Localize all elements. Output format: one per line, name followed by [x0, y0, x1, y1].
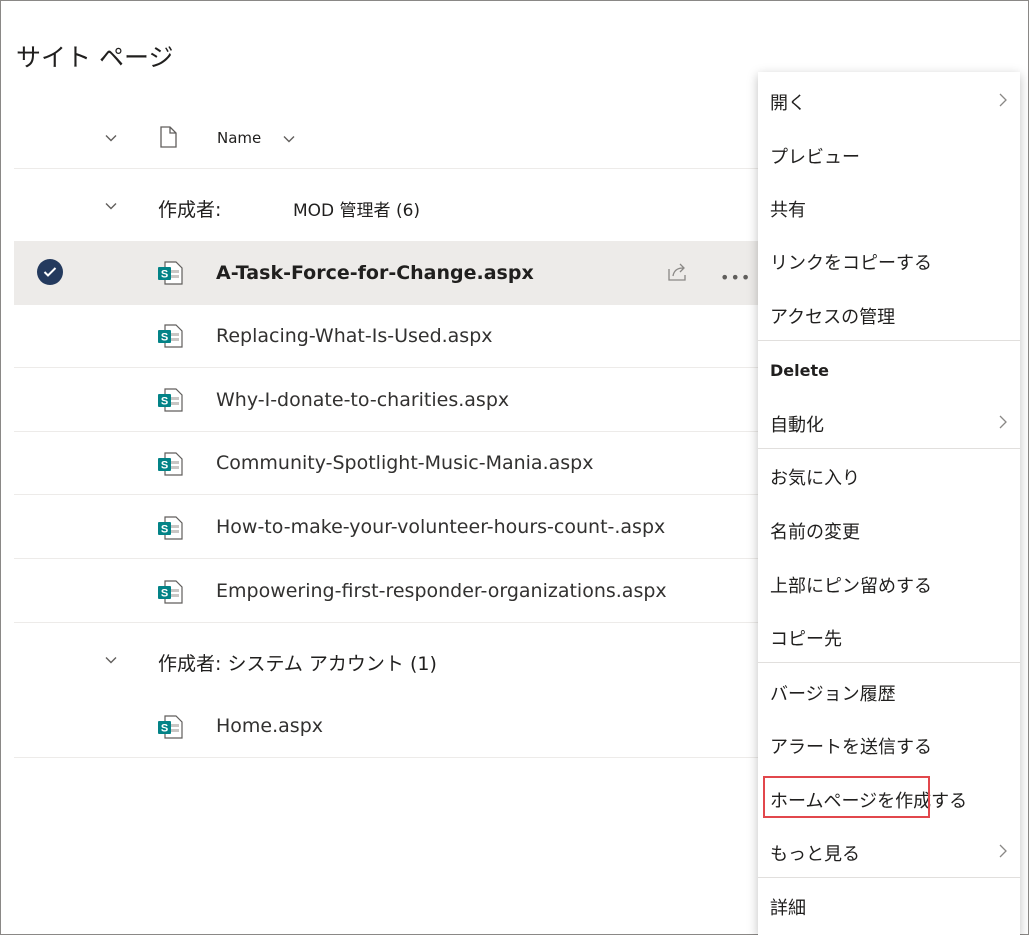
- menu-item-version-history[interactable]: バージョン履歴: [770, 680, 896, 706]
- menu-item-favorite[interactable]: お気に入り: [770, 464, 860, 490]
- file-name[interactable]: Why-I-donate-to-charities.aspx: [216, 389, 509, 411]
- chevron-right-icon: [998, 414, 1008, 433]
- menu-divider: [758, 340, 1020, 341]
- menu-item-pin-to-top[interactable]: 上部にピン留めする: [770, 572, 932, 598]
- menu-item-preview[interactable]: プレビュー: [770, 143, 860, 169]
- group-collapse-chevron-icon[interactable]: [104, 199, 118, 213]
- menu-item-rename[interactable]: 名前の変更: [770, 518, 860, 544]
- file-name[interactable]: Empowering-first-responder-organizations…: [216, 580, 667, 602]
- chevron-right-icon: [998, 92, 1008, 111]
- share-icon[interactable]: [666, 260, 690, 284]
- sharepoint-page-icon: S: [157, 579, 183, 605]
- sharepoint-page-icon: S: [157, 714, 183, 740]
- svg-text:S: S: [161, 588, 168, 600]
- menu-item-copy-to[interactable]: コピー先: [770, 625, 842, 651]
- svg-text:S: S: [161, 332, 168, 344]
- file-name[interactable]: A-Task-Force-for-Change.aspx: [216, 262, 534, 284]
- svg-text:S: S: [161, 460, 168, 472]
- menu-item-more[interactable]: もっと見る: [770, 840, 860, 866]
- svg-text:S: S: [161, 723, 168, 735]
- page-title: サイト ページ: [16, 43, 174, 72]
- sharepoint-page-icon: S: [157, 260, 183, 286]
- more-options-icon[interactable]: •••: [720, 268, 751, 287]
- sharepoint-page-icon: S: [157, 323, 183, 349]
- menu-item-automate[interactable]: 自動化: [770, 411, 824, 437]
- file-name[interactable]: How-to-make-your-volunteer-hours-count-.…: [216, 516, 665, 538]
- chevron-down-icon[interactable]: [282, 131, 296, 150]
- menu-item-manage-access[interactable]: アクセスの管理: [770, 303, 895, 329]
- collapse-all-chevron-icon[interactable]: [104, 131, 118, 145]
- group-header-value: MOD 管理者 (6): [293, 201, 421, 221]
- sharepoint-page-icon: S: [157, 515, 183, 541]
- row-selected-check-icon[interactable]: [37, 259, 63, 285]
- menu-divider: [758, 662, 1020, 663]
- sharepoint-page-icon: S: [157, 387, 183, 413]
- svg-text:S: S: [161, 269, 168, 281]
- file-name[interactable]: Community-Spotlight-Music-Mania.aspx: [216, 452, 593, 474]
- menu-item-delete[interactable]: Delete: [770, 361, 829, 380]
- menu-item-alert-me[interactable]: アラートを送信する: [770, 733, 932, 759]
- file-name[interactable]: Replacing-What-Is-Used.aspx: [216, 325, 493, 347]
- menu-item-share[interactable]: 共有: [770, 196, 806, 222]
- scroll-edge: [1020, 72, 1027, 932]
- file-type-icon: [158, 126, 178, 148]
- menu-item-details[interactable]: 詳細: [770, 894, 806, 920]
- svg-text:S: S: [161, 524, 168, 536]
- sharepoint-page-icon: S: [157, 451, 183, 477]
- svg-text:S: S: [161, 396, 168, 408]
- name-column-header[interactable]: Name: [217, 129, 261, 147]
- file-name[interactable]: Home.aspx: [216, 715, 323, 737]
- menu-divider: [758, 448, 1020, 449]
- group-header-label: 作成者:: [158, 199, 222, 221]
- group-header-label: 作成者: システム アカウント (1): [158, 653, 437, 675]
- menu-divider: [758, 877, 1020, 878]
- menu-item-open[interactable]: 開く: [770, 89, 806, 115]
- highlight-box: [763, 776, 930, 818]
- menu-item-copy-link[interactable]: リンクをコピーする: [770, 249, 932, 275]
- group-collapse-chevron-icon[interactable]: [104, 653, 118, 667]
- chevron-right-icon: [998, 843, 1008, 862]
